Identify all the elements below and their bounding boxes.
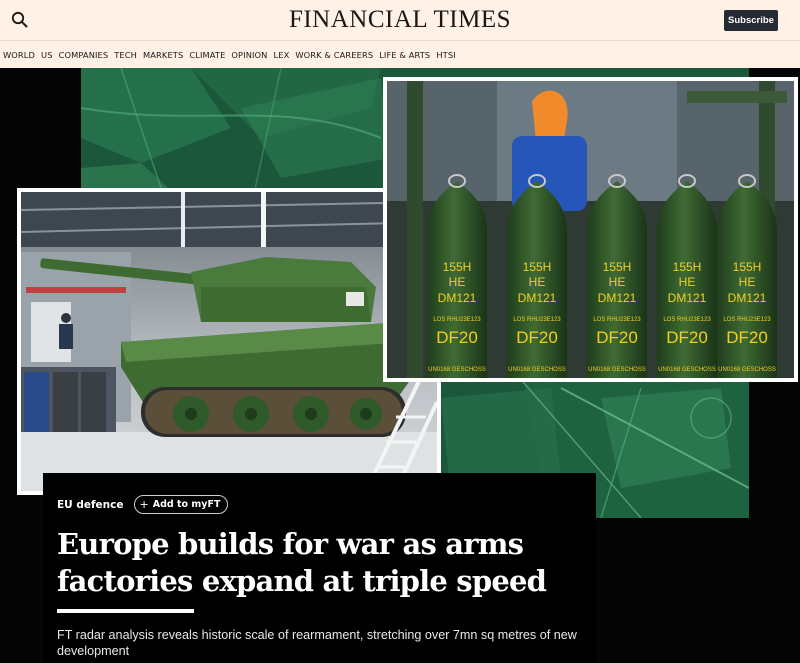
shell-marking-text: 155H <box>673 260 702 274</box>
article-standfirst: FT radar analysis reveals historic scale… <box>57 628 577 658</box>
shell-marking-text: HE <box>609 275 626 289</box>
shell-marking-text: 155H <box>603 260 632 274</box>
nav-item-work-careers[interactable]: WORK & CAREERS <box>295 50 373 60</box>
add-to-myft-label: Add to myFT <box>152 499 221 510</box>
nav-item-tech[interactable]: TECH <box>114 50 137 60</box>
shell-marking-text: DM121 <box>728 291 767 305</box>
headline-rule <box>57 609 194 613</box>
nav-item-markets[interactable]: MARKETS <box>143 50 183 60</box>
main-nav: WORLD US COMPANIES TECH MARKETS CLIMATE … <box>0 40 800 68</box>
shell-marking-text: UN0168 GESCHOSS <box>718 367 776 373</box>
add-to-myft-button[interactable]: + Add to myFT <box>133 495 229 514</box>
artillery-shell: 155HHE DM121 LOS RHU23E123 DF20 UN0168 GESCH… <box>507 174 567 378</box>
shell-marking-text: 155H <box>523 260 552 274</box>
search-icon <box>11 11 28 28</box>
shell-marking-text: UN0168 GESCHOSS <box>658 367 716 373</box>
masthead-logo[interactable]: FINANCIAL TIMES <box>0 6 800 34</box>
artillery-shell: 155HHE DM121 LOS RHU23E123 DF20 UN0168 GESCH… <box>717 174 777 378</box>
plus-icon: + <box>139 498 149 511</box>
kicker-row: EU defence + Add to myFT <box>57 495 229 514</box>
shell-marking-text: LOS RHU23E123 <box>723 317 771 323</box>
site-header: FINANCIAL TIMES Subscribe <box>0 0 800 40</box>
shell-marking-text: LOS RHU23E123 <box>513 317 561 323</box>
artillery-shell: 155HHE DM121 LOS RHU23E123 DF20 UN0168 GESCH… <box>587 174 647 378</box>
shell-marking-text: 155H <box>443 260 472 274</box>
nav-item-opinion[interactable]: OPINION <box>231 50 267 60</box>
section-kicker-link[interactable]: EU defence <box>57 499 124 511</box>
shell-marking-text: DM121 <box>518 291 557 305</box>
shell-marking-text: DF20 <box>596 328 638 347</box>
shell-marking-text: DF20 <box>436 328 478 347</box>
shell-row: 155HHEDM121LOS RHU23E123DF20UN0168 GESCH… <box>427 174 777 378</box>
shell-marking-text: DF20 <box>666 328 708 347</box>
tank-factory-photo <box>17 188 441 495</box>
artillery-shell: 155HHE DM121 LOS RHU23E123 DF20 UN0168 GESCH… <box>657 174 717 378</box>
shell-marking-text: LOS RHU23E123 <box>663 317 711 323</box>
shell-marking-text: LOS RHU23E123 <box>593 317 641 323</box>
shell-marking-text: DF20 <box>726 328 768 347</box>
nav-item-us[interactable]: US <box>41 50 53 60</box>
nav-item-lex[interactable]: LEX <box>274 50 290 60</box>
shell-marking-text: UN0168 GESCHOSS <box>428 367 486 373</box>
nav-item-world[interactable]: WORLD <box>3 50 35 60</box>
search-button[interactable] <box>9 9 31 31</box>
shell-marking-text: HE <box>529 275 546 289</box>
artillery-shell: 155HHE DM121 LOS RHU23E123 DF20 UN0168 GESCH… <box>427 174 487 378</box>
shell-marking-text: LOS RHU23E123 <box>433 317 481 323</box>
nav-item-htsi[interactable]: HTSI <box>436 50 455 60</box>
shell-marking-text: DM121 <box>438 291 477 305</box>
shell-marking-text: UN0168 GESCHOSS <box>588 367 646 373</box>
artillery-shells-photo: 155H HE DM121 LOS RHU23E123 DF20 UN0168 GESCH… <box>383 77 798 382</box>
shell-marking-text: DF20 <box>516 328 558 347</box>
shell-marking-text: 155H <box>733 260 762 274</box>
nav-item-climate[interactable]: CLIMATE <box>189 50 225 60</box>
shell-marking-text: UN0168 GESCHOSS <box>508 367 566 373</box>
subscribe-button[interactable]: Subscribe <box>724 10 778 31</box>
shell-marking-text: HE <box>679 275 696 289</box>
nav-item-companies[interactable]: COMPANIES <box>59 50 109 60</box>
article-headline-panel: EU defence + Add to myFT Europe builds f… <box>43 473 596 663</box>
shell-marking-text: DM121 <box>598 291 637 305</box>
hero-section: 155H HE DM121 LOS RHU23E123 DF20 UN0168 GESCH… <box>0 68 800 663</box>
article-headline[interactable]: Europe builds for war as arms factories … <box>57 526 577 600</box>
shell-marking-text: DM121 <box>668 291 707 305</box>
shell-marking-text: HE <box>739 275 756 289</box>
shell-marking-text: HE <box>449 275 466 289</box>
nav-item-life-arts[interactable]: LIFE & ARTS <box>379 50 430 60</box>
